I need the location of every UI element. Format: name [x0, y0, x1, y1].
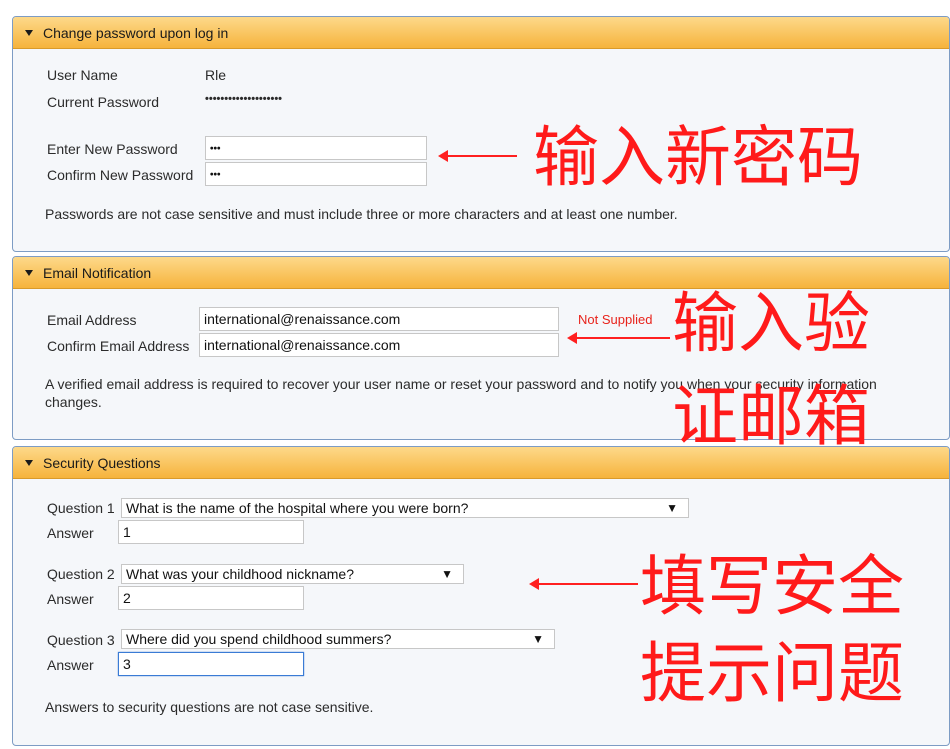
question-3-select[interactable]: Where did you spend childhood summers? ▼ [121, 629, 555, 649]
answer-1-field[interactable]: 1 [118, 520, 304, 544]
confirm-email-field[interactable]: international@renaissance.com [199, 333, 559, 357]
user-name-value: Rle [205, 67, 227, 83]
confirm-email-label: Confirm Email Address [47, 338, 190, 354]
caret-down-icon[interactable] [25, 459, 33, 466]
email-label: Email Address [47, 312, 137, 328]
answer-2-label: Answer [47, 591, 94, 607]
password-annotation: 输入新密码 [533, 119, 863, 196]
new-password-field[interactable]: ••• [205, 136, 427, 160]
password-rules-note: Passwords are not case sensitive and mus… [45, 206, 678, 222]
security-annotation-line1: 填写安全 [640, 548, 904, 625]
security-note: Answers to security questions are not ca… [45, 699, 374, 715]
current-password-value: •••••••••••••••••••• [205, 93, 283, 105]
question-2-selected: What was your childhood nickname? [126, 566, 355, 582]
current-password-label: Current Password [47, 94, 160, 110]
security-annotation-line2: 提示问题 [640, 635, 904, 712]
answer-3-field[interactable]: 3 [118, 652, 304, 676]
triangle-down-icon[interactable]: ▼ [532, 630, 544, 648]
confirm-password-dots: ••• [210, 169, 221, 181]
question-1-selected: What is the name of the hospital where y… [126, 500, 469, 516]
security-arrow [529, 578, 638, 590]
caret-down-icon[interactable] [25, 29, 33, 36]
question-2-select[interactable]: What was your childhood nickname? ▼ [121, 564, 464, 584]
password-arrow [438, 150, 517, 162]
caret-down-icon[interactable] [25, 269, 33, 276]
email-field[interactable]: international@renaissance.com [199, 307, 559, 331]
new-password-label: Enter New Password [47, 141, 178, 157]
triangle-down-icon[interactable]: ▼ [666, 499, 678, 517]
question-2-label: Question 2 [47, 566, 115, 582]
email-arrow [567, 332, 670, 344]
panel-title: Change password upon log in [43, 24, 229, 41]
panel-title: Security Questions [43, 454, 161, 471]
triangle-down-icon[interactable]: ▼ [441, 565, 453, 583]
change-password-header[interactable]: Change password upon log in [13, 17, 949, 49]
question-3-label: Question 3 [47, 632, 115, 648]
confirm-password-field[interactable]: ••• [205, 162, 427, 186]
answer-2-field[interactable]: 2 [118, 586, 304, 610]
email-annotation-line1: 输入验 [672, 285, 870, 362]
question-3-selected: Where did you spend childhood summers? [126, 631, 392, 647]
confirm-password-label: Confirm New Password [47, 167, 194, 183]
email-annotation-line2: 证邮箱 [672, 378, 870, 455]
new-password-dots: ••• [210, 143, 221, 155]
email-status: Not Supplied [578, 312, 653, 327]
answer-1-label: Answer [47, 525, 94, 541]
answer-3-label: Answer [47, 657, 94, 673]
question-1-select[interactable]: What is the name of the hospital where y… [121, 498, 689, 518]
panel-title: Email Notification [43, 264, 152, 281]
user-name-label: User Name [47, 67, 118, 83]
question-1-label: Question 1 [47, 500, 115, 516]
